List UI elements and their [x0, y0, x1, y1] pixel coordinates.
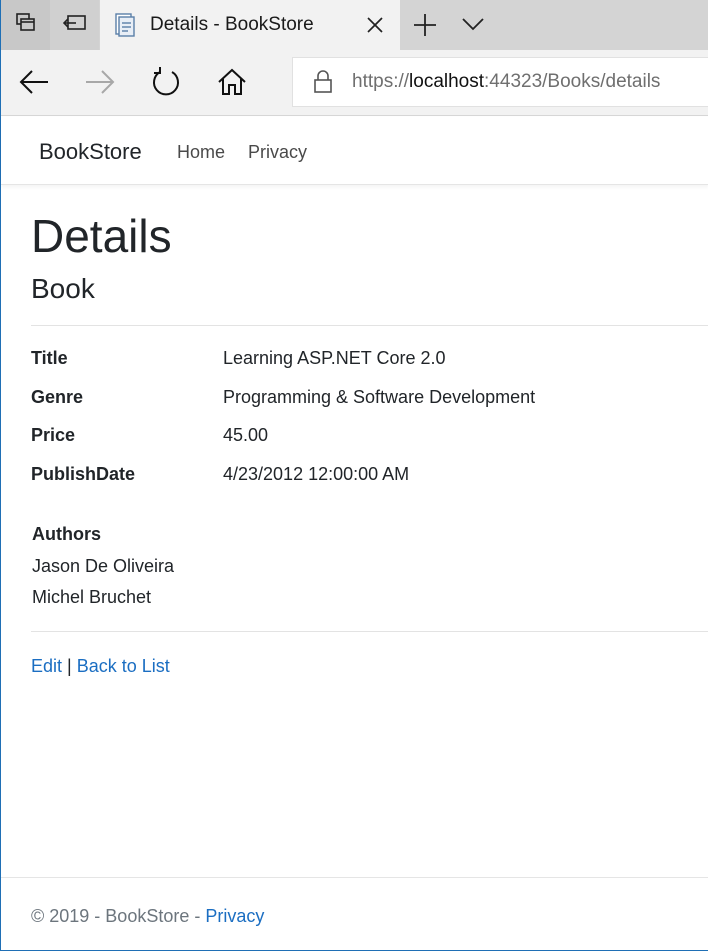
nav-link-home[interactable]: Home: [177, 142, 225, 163]
brand-link[interactable]: BookStore: [39, 139, 142, 165]
detail-value: 4/23/2012 12:00:00 AM: [223, 464, 410, 484]
arrow-left-icon: [19, 69, 49, 100]
home-button[interactable]: [215, 67, 249, 101]
close-icon[interactable]: [366, 16, 384, 39]
tab-manager-icon: [15, 12, 37, 39]
detail-value: 45.00: [223, 425, 269, 445]
back-button[interactable]: [17, 67, 51, 101]
page-subtitle: Book: [31, 273, 95, 304]
site-footer: © 2019 - BookStore - Privacy: [1, 877, 708, 951]
url-scheme: https://: [352, 71, 410, 92]
chevron-down-icon[interactable]: [461, 16, 485, 37]
divider: [31, 631, 708, 632]
divider: [31, 325, 708, 326]
home-icon: [217, 68, 247, 101]
authors-heading: Authors: [32, 524, 101, 544]
page-title: Details: [31, 210, 172, 262]
detail-row-price: Price 45.00: [31, 425, 708, 451]
footer-text: © 2019 - BookStore - Privacy: [31, 906, 264, 927]
detail-row-genre: Genre Programming & Software Development: [31, 387, 708, 413]
detail-label: Genre: [31, 387, 84, 407]
page-favicon-icon: [114, 13, 136, 42]
back-to-list-link[interactable]: Back to List: [77, 656, 170, 676]
refresh-icon: [151, 66, 181, 102]
set-aside-tabs-icon: [62, 13, 87, 38]
browser-toolbar: https://localhost:44323/Books/details: [1, 50, 708, 116]
url-host: localhost: [409, 71, 485, 92]
detail-value: Learning ASP.NET Core 2.0: [223, 348, 446, 368]
plus-icon[interactable]: [413, 13, 437, 42]
site-navbar: BookStore Home Privacy: [1, 117, 708, 185]
active-tab[interactable]: Details - BookStore: [100, 0, 400, 50]
copyright-text: © 2019 - BookStore -: [31, 906, 206, 926]
author-name: Jason De Oliveira: [32, 556, 175, 576]
url-text: https://localhost:44323/Books/details: [352, 71, 660, 93]
tab-manager-button[interactable]: [1, 0, 50, 50]
tab-title: Details - BookStore: [150, 14, 314, 35]
set-aside-tabs-button[interactable]: [50, 0, 99, 50]
link-separator: |: [67, 656, 72, 676]
forward-button[interactable]: [83, 67, 117, 101]
edit-link[interactable]: Edit: [31, 656, 62, 676]
detail-label: PublishDate: [31, 464, 136, 484]
nav-link-privacy[interactable]: Privacy: [248, 142, 307, 163]
arrow-right-icon: [85, 69, 115, 100]
footer-privacy-link[interactable]: Privacy: [205, 906, 264, 926]
detail-label: Price: [31, 425, 76, 445]
author-name: Michel Bruchet: [32, 587, 152, 607]
detail-label: Title: [31, 348, 68, 368]
detail-row-publishdate: PublishDate 4/23/2012 12:00:00 AM: [31, 464, 708, 490]
action-links: Edit | Back to List: [31, 656, 170, 677]
detail-value: Programming & Software Development: [223, 387, 536, 407]
lock-icon[interactable]: [313, 70, 333, 99]
url-path: :44323/Books/details: [484, 71, 661, 92]
browser-tab-bar: Details - BookStore: [1, 0, 708, 50]
refresh-button[interactable]: [149, 66, 183, 102]
address-bar[interactable]: https://localhost:44323/Books/details: [292, 57, 708, 107]
detail-row-title: Title Learning ASP.NET Core 2.0: [31, 348, 708, 374]
